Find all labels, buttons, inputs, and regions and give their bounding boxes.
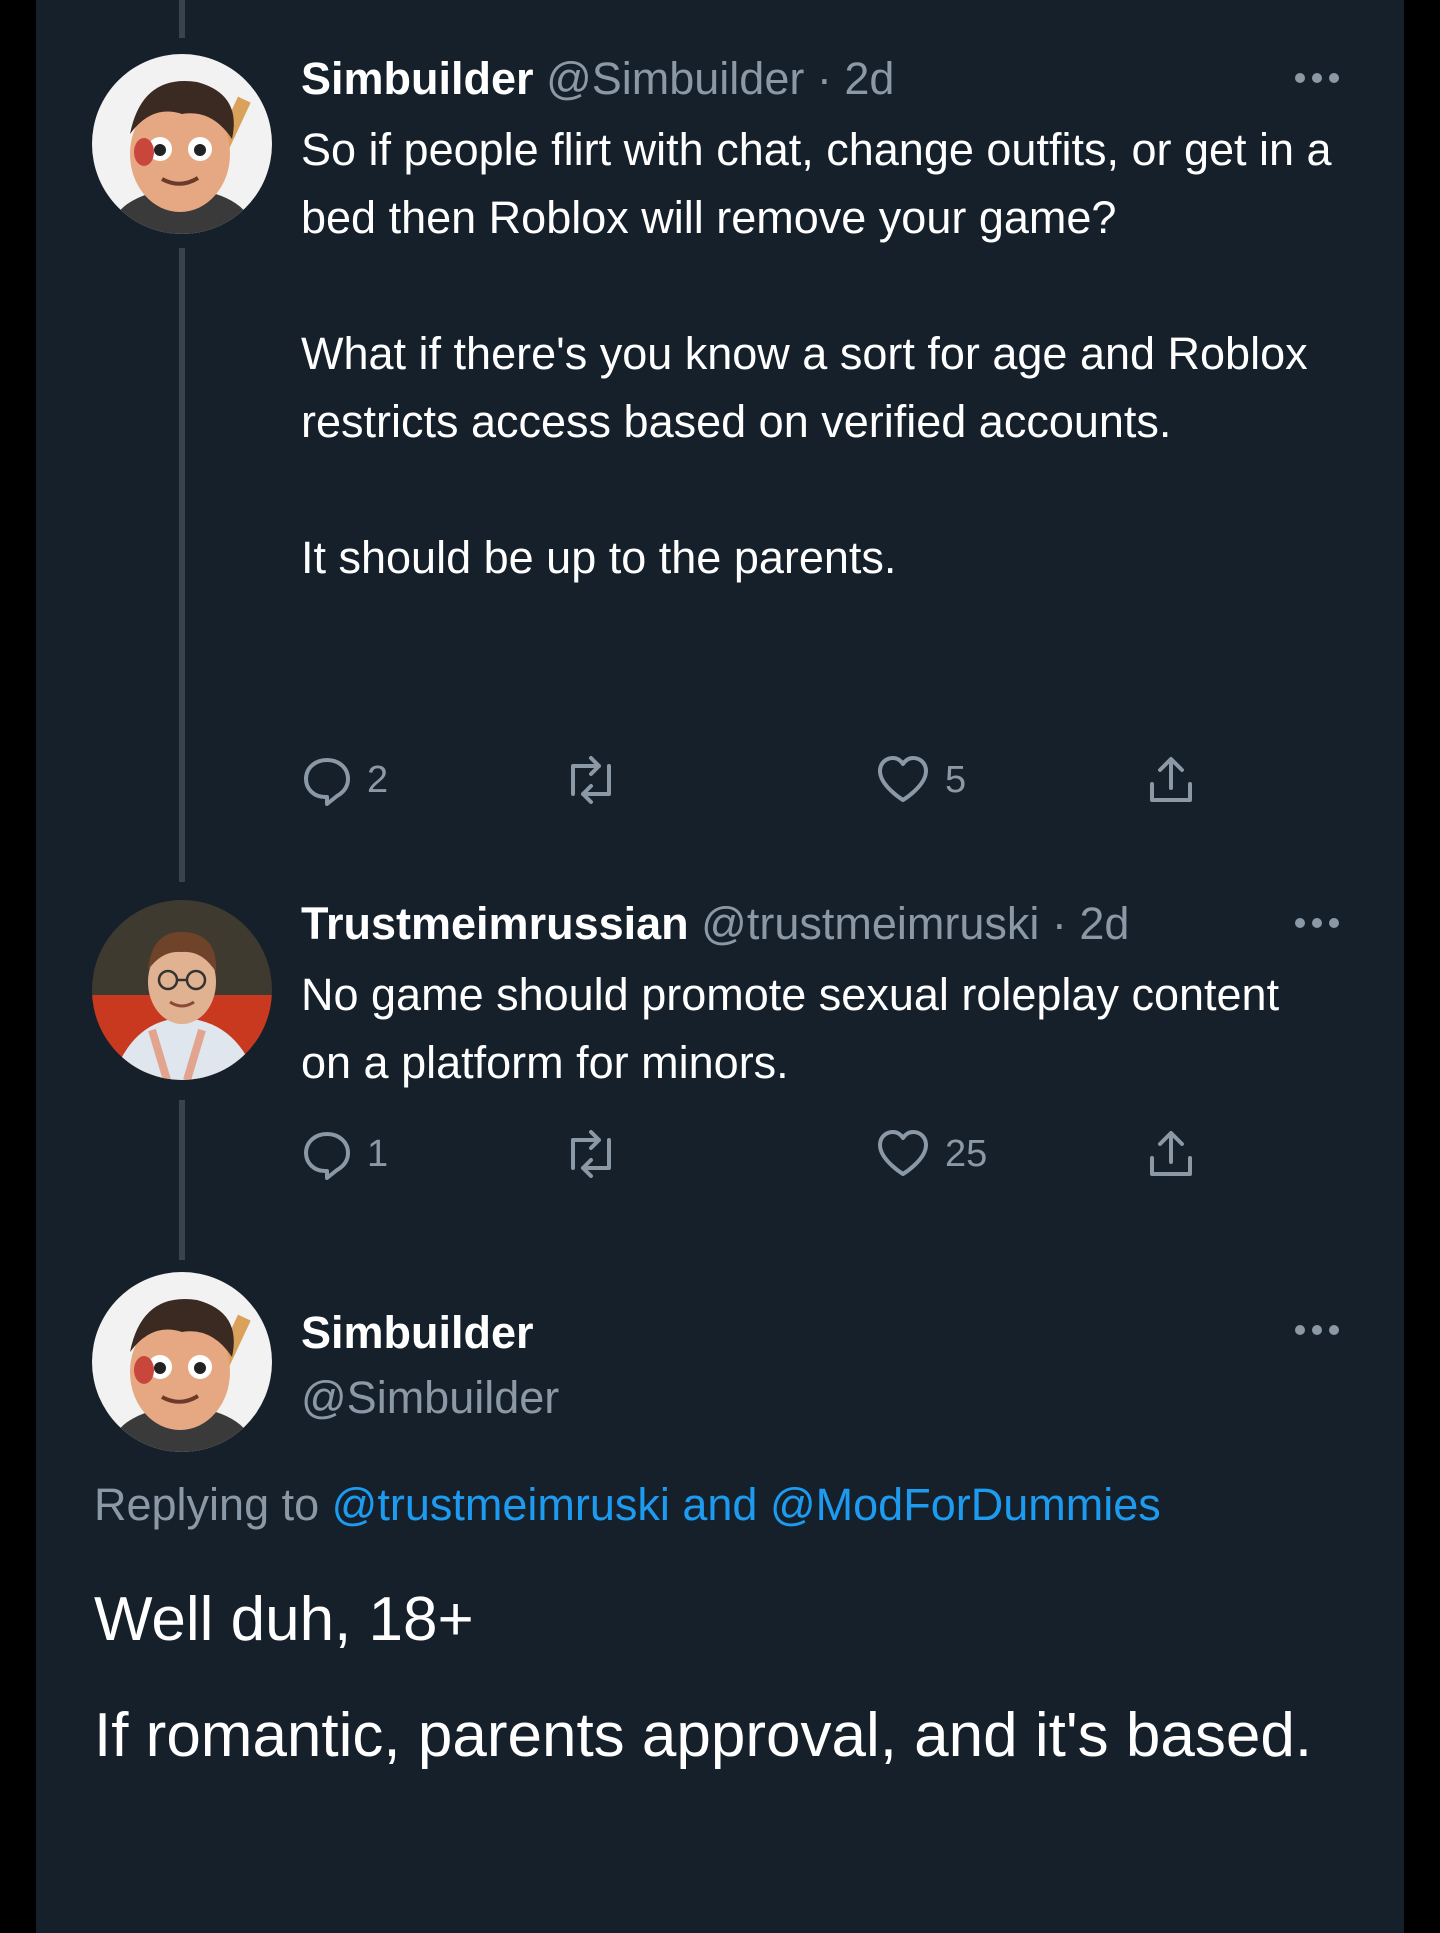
handle[interactable]: @trustmeimruski [701,898,1039,949]
tweet-header: Simbuilder @Simbuilder · 2d [301,52,894,106]
tweet-actions: 1 25 [301,1124,1201,1184]
separator: · [816,53,832,104]
tweet-paragraph: It should be up to the parents. [301,532,897,583]
tweet-text: So if people flirt with chat, change out… [301,116,1371,592]
reply-button[interactable]: 2 [301,750,388,810]
timestamp[interactable]: 2d [1079,898,1129,949]
reply-count: 1 [367,1132,389,1175]
reply-icon [301,1128,353,1180]
tweet-paragraph: Well duh, 18+ [94,1585,474,1654]
thread-line [179,248,185,882]
replying-to: Replying to @trustmeimruski and @ModForD… [94,1476,1161,1534]
replying-and[interactable]: and [682,1479,757,1530]
handle[interactable]: @Simbuilder [301,1370,559,1426]
like-button[interactable]: 25 [875,1124,987,1184]
retweet-button[interactable] [561,1124,635,1184]
more-icon[interactable] [1292,913,1342,933]
like-icon [875,1128,931,1180]
separator: · [1051,898,1067,949]
tweet-actions: 2 5 [301,750,1201,810]
thread-line-top [179,0,185,38]
more-icon[interactable] [1292,68,1342,88]
like-count: 5 [945,758,967,801]
like-button[interactable]: 5 [875,750,966,810]
tweet-paragraph: What if there's you know a sort for age … [301,328,1308,447]
avatar[interactable] [92,1272,272,1452]
retweet-icon [561,754,621,806]
tweet-paragraph: No game should promote sexual roleplay c… [301,969,1280,1088]
tweet-text: No game should promote sexual roleplay c… [301,961,1301,1097]
like-icon [875,754,931,806]
handle[interactable]: @Simbuilder [546,53,804,104]
tweet-paragraph: So if people flirt with chat, change out… [301,124,1332,243]
display-name[interactable]: Simbuilder [301,53,534,104]
thread-line [179,1100,185,1260]
like-count: 25 [945,1132,988,1175]
display-name[interactable]: Trustmeimrussian [301,898,689,949]
avatar[interactable] [92,900,272,1080]
share-icon [1146,754,1196,806]
share-button[interactable] [1146,1124,1196,1184]
tweet-header: Trustmeimrussian @trustmeimruski · 2d [301,897,1129,951]
tweet-paragraph: If romantic, parents approval, and it's … [94,1701,1313,1770]
replying-label: Replying to [94,1479,320,1530]
reply-icon [301,754,353,806]
retweet-icon [561,1128,621,1180]
more-icon[interactable] [1292,1320,1342,1340]
mention-link[interactable]: @trustmeimruski [332,1479,670,1530]
main-tweet-text: Well duh, 18+ If romantic, parents appro… [94,1572,1374,1784]
share-button[interactable] [1146,750,1196,810]
avatar[interactable] [92,54,272,234]
display-name[interactable]: Simbuilder [301,1305,534,1361]
reply-button[interactable]: 1 [301,1124,388,1184]
timestamp[interactable]: 2d [844,53,894,104]
retweet-button[interactable] [561,750,635,810]
share-icon [1146,1128,1196,1180]
conversation-thread: Simbuilder @Simbuilder · 2d So if people… [36,0,1404,1933]
reply-count: 2 [367,758,389,801]
mention-link[interactable]: @ModForDummies [770,1479,1161,1530]
